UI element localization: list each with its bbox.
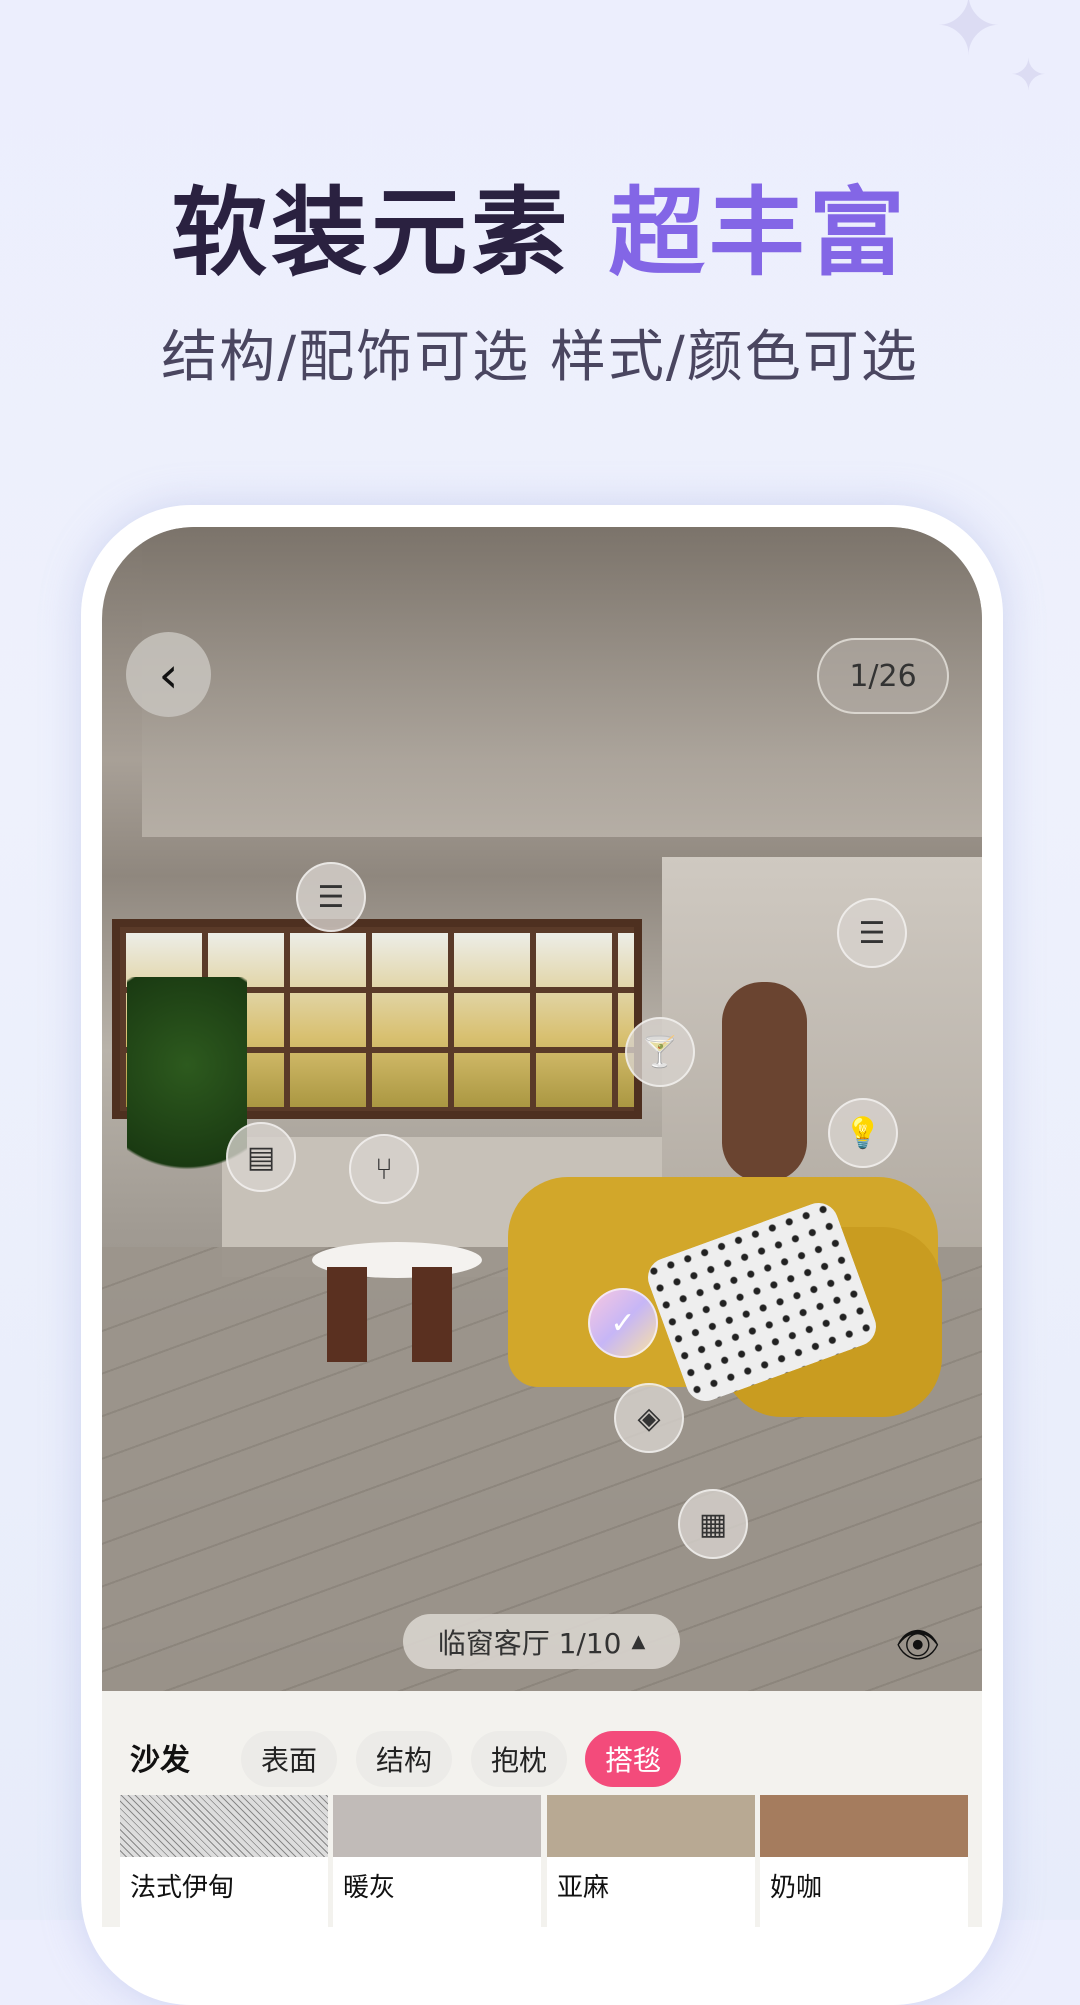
wall-panel-icon: ☰: [858, 915, 886, 951]
swatch-image: [120, 1795, 328, 1857]
swatch-label: 暖灰: [343, 1873, 396, 1903]
lamp-icon: 💡: [844, 1115, 882, 1151]
bookshelf: [722, 982, 807, 1182]
subheadline: 结构/配饰可选 样式/颜色可选: [161, 325, 919, 390]
swatch-label: 奶咖: [770, 1873, 823, 1903]
swatch-image: [333, 1795, 541, 1857]
hotspot-rug[interactable]: ◈: [614, 1383, 684, 1453]
wall-panel-icon: ☰: [317, 879, 345, 915]
hotspot-wall-panel[interactable]: ☰: [296, 862, 366, 932]
hotspot-wine-glass[interactable]: 🍸: [625, 1017, 695, 1087]
wine-glass-icon: 🍸: [641, 1034, 679, 1070]
rug-icon: ◈: [637, 1400, 661, 1436]
table-leg: [327, 1267, 367, 1362]
hotspot-selected[interactable]: ✓: [588, 1288, 658, 1358]
panel-icon: ▦: [698, 1506, 728, 1542]
headline-main: 软装元素: [171, 177, 572, 289]
tab-structure[interactable]: 结构: [356, 1731, 452, 1787]
swatch-label: 法式伊甸: [130, 1873, 235, 1903]
tab-throw-blanket[interactable]: 搭毯: [585, 1731, 681, 1787]
chevron-left-icon: ‹: [158, 645, 179, 704]
phone-screen: ☰ ☰ 🍸 💡 ▤ ⑂ ✓ ◈ ▦ ‹ 1/26 临窗客厅 1/10 ▲ 👁 沙发…: [102, 527, 982, 1927]
headline-highlight: 超丰富: [608, 177, 909, 289]
room-selector[interactable]: 临窗客厅 1/10 ▲: [403, 1614, 680, 1669]
swatch-label: 亚麻: [557, 1873, 610, 1903]
room-label: 临窗客厅 1/10: [437, 1626, 622, 1660]
back-button[interactable]: ‹: [126, 632, 211, 717]
category-label: 沙发: [130, 1743, 190, 1778]
image-counter: 1/26: [817, 638, 949, 714]
hotspot-lamp[interactable]: 💡: [828, 1098, 898, 1168]
check-icon: ✓: [610, 1305, 636, 1341]
swatch-image: [760, 1795, 968, 1857]
table-leg: [412, 1267, 452, 1362]
swatch-item[interactable]: 奶咖: [760, 1795, 968, 1927]
swatch-image: [547, 1795, 755, 1857]
hotspot-chair[interactable]: ⑂: [349, 1134, 419, 1204]
eye-icon[interactable]: 👁: [895, 1624, 941, 1666]
sparkle-icon: ✦: [1010, 50, 1047, 101]
swatch-item[interactable]: 亚麻: [547, 1795, 755, 1927]
room-render[interactable]: ☰ ☰ 🍸 💡 ▤ ⑂ ✓ ◈ ▦ ‹ 1/26 临窗客厅 1/10 ▲ 👁: [102, 527, 982, 1691]
tab-pillow[interactable]: 抱枕: [471, 1731, 567, 1787]
hotspot-wall-panel[interactable]: ☰: [837, 898, 907, 968]
sparkle-icon: ✦: [935, 0, 1003, 73]
tab-surface[interactable]: 表面: [241, 1731, 337, 1787]
caret-up-icon: ▲: [631, 1631, 646, 1652]
swatch-item[interactable]: 法式伊甸: [120, 1795, 328, 1927]
material-panel: 沙发 表面 结构 抱枕 搭毯 法式伊甸 暖灰 亚麻 奶咖: [102, 1691, 982, 1927]
cabinet-icon: ▤: [246, 1139, 276, 1175]
headline: 软装元素 超丰富: [0, 155, 1080, 294]
swatch-item[interactable]: 暖灰: [333, 1795, 541, 1927]
hotspot-cabinet[interactable]: ▤: [226, 1122, 296, 1192]
hotspot-panel[interactable]: ▦: [678, 1489, 748, 1559]
chair-icon: ⑂: [375, 1151, 393, 1187]
